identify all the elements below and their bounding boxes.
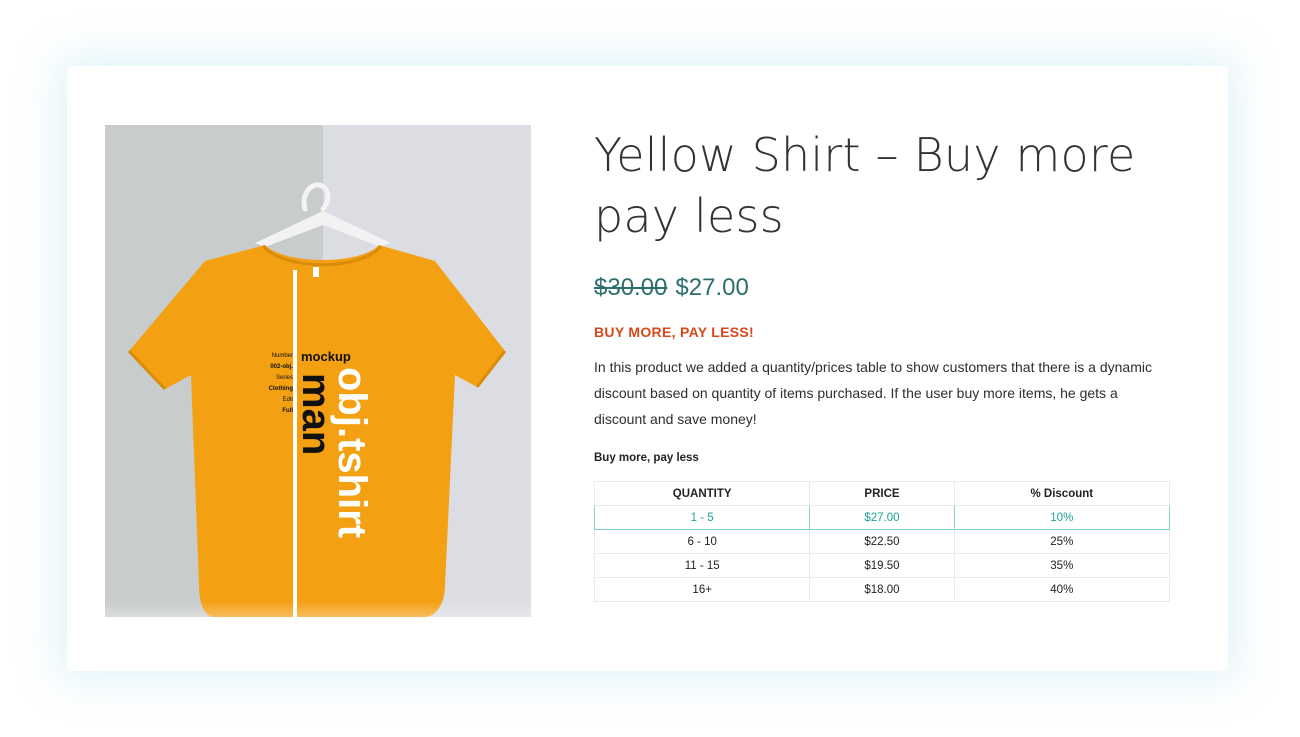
header-quantity: QUANTITY: [593, 481, 811, 506]
table-caption: Buy more, pay less: [594, 452, 699, 464]
cell-discount: 35%: [953, 553, 1171, 578]
cell-quantity: 6 - 10: [593, 529, 811, 554]
shirt-spec-label: 002-obj.: [270, 364, 293, 370]
table-row: 11 - 15 $19.50 35%: [593, 553, 1171, 578]
cell-discount: 40%: [953, 577, 1171, 602]
shirt-print-mockup: mockup: [301, 349, 351, 364]
table-row: 6 - 10 $22.50 25%: [593, 529, 1171, 554]
product-summary: Yellow Shirt – Buy more pay less $30.00 $…: [593, 125, 1174, 602]
shirt-spec-label: Series: [276, 375, 293, 381]
cell-price: $18.00: [809, 577, 955, 602]
shirt-spec-label: Full: [282, 408, 293, 414]
quantity-discount-table: QUANTITY PRICE % Discount 1 - 5 $27.00 1…: [593, 481, 1171, 602]
product-description: In this product we added a quantity/pric…: [594, 359, 1152, 427]
cell-discount: 25%: [953, 529, 1171, 554]
shirt-spec-label: Clothing: [269, 386, 294, 392]
product-card: mockup man obj.tshirt Number 002-obj. Seri…: [67, 66, 1228, 671]
shirt-spec-label: Edit: [283, 397, 294, 403]
cell-discount: 10%: [953, 505, 1171, 530]
table-row: 1 - 5 $27.00 10%: [593, 505, 1171, 530]
sale-price: $27.00: [675, 274, 749, 301]
cell-quantity: 16+: [593, 577, 811, 602]
table-row: 16+ $18.00 40%: [593, 577, 1171, 602]
promo-heading: BUY MORE, PAY LESS!: [594, 324, 755, 340]
table-header-row: QUANTITY PRICE % Discount: [593, 481, 1171, 506]
cell-quantity: 1 - 5: [593, 505, 811, 530]
header-discount: % Discount: [953, 481, 1171, 506]
shirt-spec-label: Number: [272, 353, 293, 359]
cell-price: $27.00: [809, 505, 955, 530]
price-block: $30.00 $27.00: [594, 271, 1174, 305]
old-price: $30.00: [594, 274, 668, 301]
product-title: Yellow Shirt – Buy more pay less: [594, 128, 1136, 243]
shirt-print-brand: obj.tshirt: [330, 367, 374, 538]
cell-price: $19.50: [809, 553, 955, 578]
product-image[interactable]: mockup man obj.tshirt Number 002-obj. Seri…: [105, 125, 531, 617]
header-price: PRICE: [809, 481, 955, 506]
cell-price: $22.50: [809, 529, 955, 554]
cell-quantity: 11 - 15: [593, 553, 811, 578]
